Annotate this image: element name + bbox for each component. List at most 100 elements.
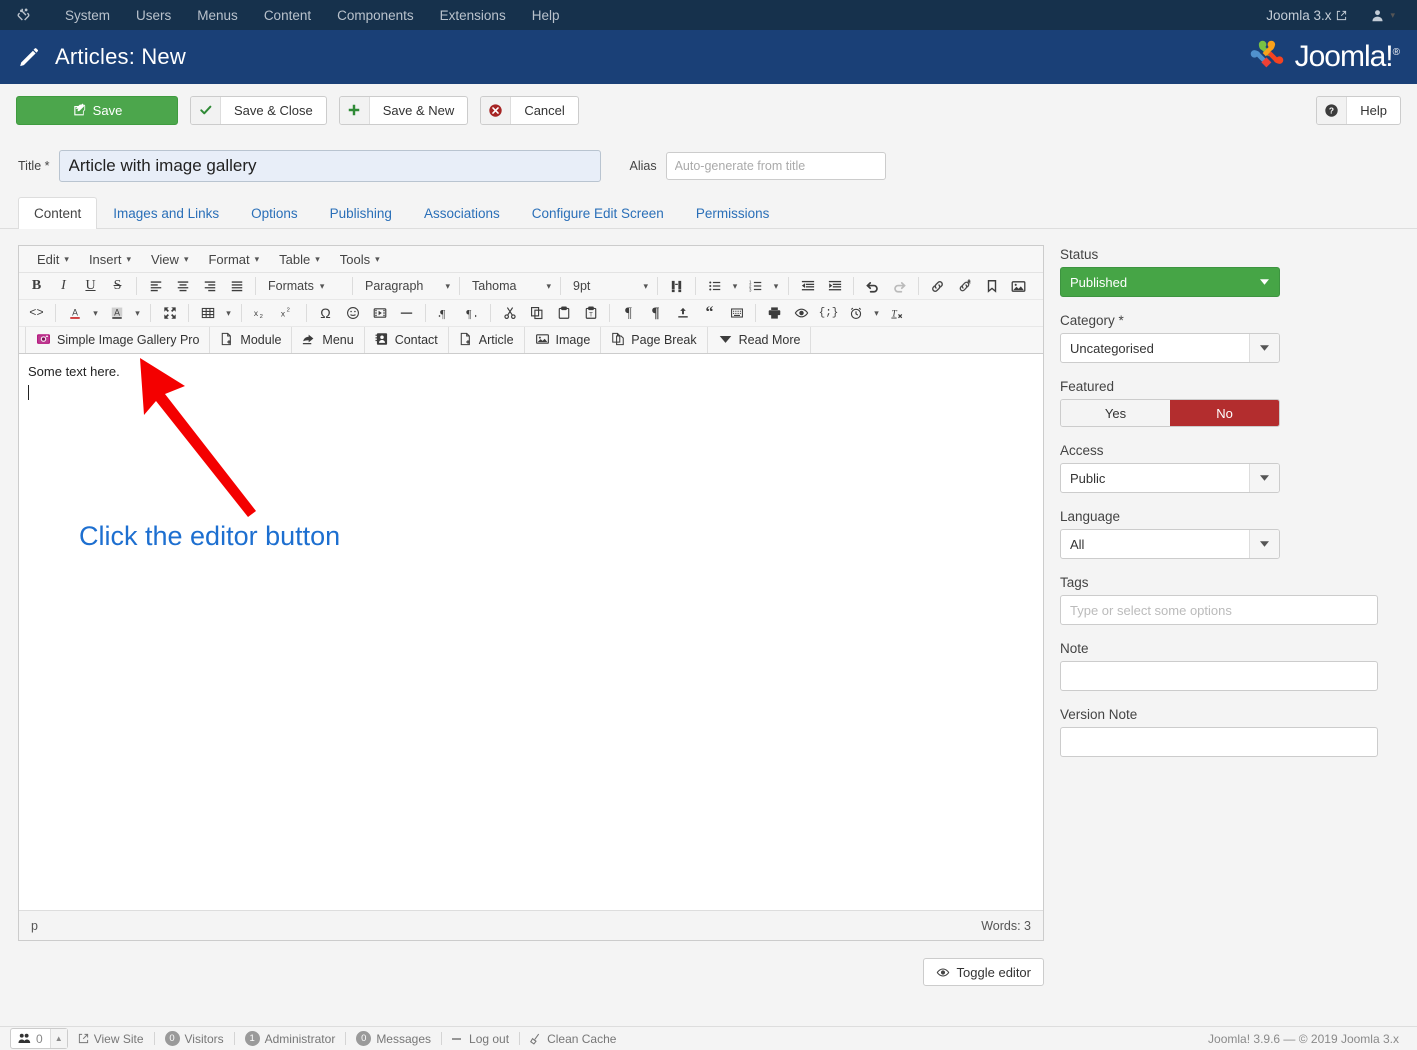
site-preview-link[interactable]: Joomla 3.x: [1256, 8, 1357, 23]
help-button[interactable]: ? Help: [1316, 95, 1401, 125]
print-icon[interactable]: [761, 301, 788, 325]
alias-input[interactable]: [665, 152, 886, 180]
language-select[interactable]: All: [1060, 529, 1280, 559]
bullet-list-icon[interactable]: [701, 274, 728, 298]
status-select[interactable]: Published: [1060, 267, 1280, 297]
numbered-list-caret-icon[interactable]: ▾: [769, 274, 783, 298]
footer-item-clean-cache[interactable]: Clean Cache: [520, 1032, 626, 1046]
menu-menus[interactable]: Menus: [184, 8, 251, 23]
indent-icon[interactable]: [821, 274, 848, 298]
footer-item-view-site[interactable]: View Site: [68, 1032, 154, 1046]
tab-images-and-links[interactable]: Images and Links: [97, 197, 235, 229]
footer-item-messages[interactable]: 0 Messages: [346, 1031, 441, 1046]
cancel-button[interactable]: Cancel: [480, 95, 579, 125]
tab-associations[interactable]: Associations: [408, 197, 516, 229]
editor-menu-tools[interactable]: Tools ▾: [330, 252, 390, 267]
italic-icon[interactable]: I: [50, 274, 77, 298]
editor-menu-edit[interactable]: Edit ▾: [27, 252, 79, 267]
xtd-button-module[interactable]: Module: [210, 327, 293, 353]
toggle-editor-button[interactable]: Toggle editor: [922, 958, 1044, 986]
insert-nonbreaking-icon[interactable]: [723, 301, 750, 325]
footer-item-visitors[interactable]: 0 Visitors: [155, 1031, 234, 1046]
insert-media-icon[interactable]: [366, 301, 393, 325]
menu-extensions[interactable]: Extensions: [427, 8, 519, 23]
bold-icon[interactable]: B: [23, 274, 50, 298]
user-menu[interactable]: ▾: [1357, 9, 1405, 22]
background-color-caret-icon[interactable]: ▾: [130, 301, 145, 325]
insert-datetime-icon[interactable]: [842, 301, 869, 325]
code-sample-icon[interactable]: {;}: [815, 301, 842, 325]
save-new-button[interactable]: Save & New: [338, 95, 469, 125]
xtd-button-page-break[interactable]: Page Break: [601, 327, 708, 353]
datetime-caret-icon[interactable]: ▾: [869, 301, 884, 325]
xtd-button-simple-image-gallery-pro[interactable]: Simple Image Gallery Pro: [25, 327, 211, 353]
blockquote-icon[interactable]: “: [696, 301, 723, 325]
fullscreen-icon[interactable]: [156, 301, 183, 325]
menu-system[interactable]: System: [52, 8, 123, 23]
editor-menu-view[interactable]: View ▾: [141, 252, 198, 267]
note-input[interactable]: [1060, 661, 1378, 691]
featured-yes-option[interactable]: Yes: [1061, 400, 1170, 426]
underline-icon[interactable]: U: [77, 274, 104, 298]
version-note-input[interactable]: [1060, 727, 1378, 757]
editor-menu-format[interactable]: Format ▾: [198, 252, 269, 267]
subscript-icon[interactable]: x2: [247, 301, 274, 325]
numbered-list-icon[interactable]: 123: [742, 274, 769, 298]
superscript-icon[interactable]: x2: [274, 301, 301, 325]
preview-icon[interactable]: [788, 301, 815, 325]
outdent-icon[interactable]: [794, 274, 821, 298]
title-input[interactable]: [58, 150, 601, 182]
text-color-icon[interactable]: A: [61, 301, 88, 325]
category-select[interactable]: Uncategorised: [1060, 333, 1280, 363]
undo-icon[interactable]: [859, 274, 886, 298]
tab-permissions[interactable]: Permissions: [680, 197, 786, 229]
font-family-select[interactable]: Tahoma ▾: [465, 274, 555, 298]
access-select[interactable]: Public: [1060, 463, 1280, 493]
rtl-direction-icon[interactable]: ¶: [458, 301, 485, 325]
xtd-button-menu[interactable]: Menu: [292, 327, 365, 353]
text-color-caret-icon[interactable]: ▾: [88, 301, 103, 325]
show-blocks-icon[interactable]: ¶: [615, 301, 642, 325]
featured-no-option[interactable]: No: [1170, 400, 1279, 426]
editor-content-area[interactable]: Some text here. Click the editor button: [19, 354, 1043, 910]
align-right-icon[interactable]: [196, 274, 223, 298]
tab-content[interactable]: Content: [18, 197, 98, 229]
remove-format-icon[interactable]: T: [884, 301, 911, 325]
editor-menu-insert[interactable]: Insert ▾: [79, 252, 141, 267]
table-caret-icon[interactable]: ▾: [221, 301, 236, 325]
editor-menu-table[interactable]: Table ▾: [269, 252, 330, 267]
block-format-select[interactable]: Paragraph ▾: [358, 274, 454, 298]
tags-input[interactable]: [1060, 595, 1378, 625]
footer-item-administrator[interactable]: 1 Administrator: [235, 1031, 346, 1046]
ltr-direction-icon[interactable]: ¶: [431, 301, 458, 325]
paragraph-mark-icon[interactable]: ¶: [642, 301, 669, 325]
emoticon-icon[interactable]: [339, 301, 366, 325]
xtd-button-contact[interactable]: Contact: [365, 327, 449, 353]
logged-users-counter[interactable]: 0 ▲: [10, 1028, 68, 1049]
insert-image-icon[interactable]: [1005, 274, 1032, 298]
tab-configure-edit-screen[interactable]: Configure Edit Screen: [516, 197, 680, 229]
menu-users[interactable]: Users: [123, 8, 184, 23]
align-center-icon[interactable]: [169, 274, 196, 298]
tab-options[interactable]: Options: [235, 197, 314, 229]
copy-icon[interactable]: [523, 301, 550, 325]
tab-publishing[interactable]: Publishing: [314, 197, 408, 229]
align-left-icon[interactable]: [142, 274, 169, 298]
footer-item-log-out[interactable]: Log out: [442, 1032, 519, 1046]
link-icon[interactable]: [924, 274, 951, 298]
menu-content[interactable]: Content: [251, 8, 324, 23]
xtd-button-article[interactable]: Article: [449, 327, 525, 353]
xtd-button-read-more[interactable]: Read More: [708, 327, 812, 353]
redo-icon[interactable]: [886, 274, 913, 298]
menu-components[interactable]: Components: [324, 8, 427, 23]
joomla-logo-icon[interactable]: [12, 4, 34, 26]
insert-template-icon[interactable]: [669, 301, 696, 325]
special-character-icon[interactable]: Ω: [312, 301, 339, 325]
bullet-list-caret-icon[interactable]: ▾: [728, 274, 742, 298]
table-icon[interactable]: [194, 301, 221, 325]
paste-icon[interactable]: [550, 301, 577, 325]
source-code-icon[interactable]: <>: [23, 301, 50, 325]
cut-icon[interactable]: [496, 301, 523, 325]
strikethrough-icon[interactable]: S: [104, 274, 131, 298]
unlink-icon[interactable]: [951, 274, 978, 298]
